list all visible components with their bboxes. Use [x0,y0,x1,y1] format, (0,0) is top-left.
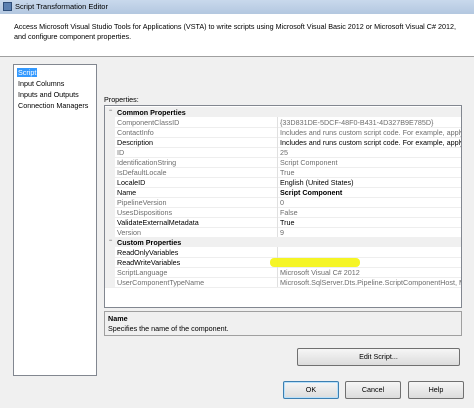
property-row-name[interactable]: Name Script Component [105,187,461,198]
property-value[interactable]: True [280,218,461,227]
help-button[interactable]: Help [408,381,464,399]
property-name: Name [117,188,137,197]
property-value: Includes and runs custom script code. Fo… [280,128,461,137]
property-name: Version [117,228,141,237]
property-value: 25 [280,148,288,157]
property-name: UserComponentTypeName [117,278,205,287]
property-help-panel: Name Specifies the name of the component… [104,311,462,336]
nav-item-inputs-and-outputs[interactable]: Inputs and Outputs [17,90,80,99]
property-row-usercomponenttypename[interactable]: UserComponentTypeName Microsoft.SqlServe… [105,277,461,288]
title-bar: Script Transformation Editor [0,0,474,15]
collapse-icon[interactable]: − [107,238,114,245]
property-value: 9 [280,228,284,237]
property-value: {33D831DE-5DCF-48F0-B431-4D327B9E785D} [280,118,434,127]
property-value[interactable]: Script Component [280,188,461,197]
yellow-highlight-mark [270,258,360,267]
property-name: ReadWriteVariables [117,258,181,267]
property-row-componentclassid[interactable]: ComponentClassID {33D831DE-5DCF-48F0-B43… [105,117,461,128]
property-row-identificationstring[interactable]: IdentificationString Script Component [105,157,461,168]
property-row-usesdispositions[interactable]: UsesDispositions False [105,207,461,218]
property-row-contactinfo[interactable]: ContactInfo Includes and runs custom scr… [105,127,461,138]
property-name: ReadOnlyVariables [117,248,179,257]
nav-item-input-columns[interactable]: Input Columns [17,79,65,88]
property-name: Description [117,138,153,147]
property-row-version[interactable]: Version 9 [105,227,461,238]
property-row-description[interactable]: Description Includes and runs custom scr… [105,137,461,148]
property-row-readonlyvariables[interactable]: ReadOnlyVariables [105,247,461,258]
property-name: ComponentClassID [117,118,180,127]
property-name: UsesDispositions [117,208,173,217]
window-title: Script Transformation Editor [15,2,108,11]
description-text: Access Microsoft Visual Studio Tools for… [14,22,456,41]
property-name: ID [117,148,125,157]
category-common-properties[interactable]: − Common Properties [105,107,461,117]
category-name: Custom Properties [117,238,182,247]
ok-button[interactable]: OK [283,381,339,399]
nav-item-connection-managers[interactable]: Connection Managers [17,101,89,110]
property-row-id[interactable]: ID 25 [105,147,461,158]
property-value: False [280,208,298,217]
cancel-button[interactable]: Cancel [345,381,401,399]
help-title: Name [108,314,128,323]
category-custom-properties[interactable]: − Custom Properties [105,237,461,247]
property-value[interactable]: English (United States) [280,178,461,187]
property-name: PipelineVersion [117,198,167,207]
nav-item-script[interactable]: Script [17,68,38,77]
property-value: 0 [280,198,284,207]
property-value: Script Component [280,158,338,167]
collapse-icon[interactable]: − [107,108,114,115]
category-name: Common Properties [117,108,186,117]
property-name: IdentificationString [117,158,177,167]
app-icon [3,2,12,11]
property-row-localeid[interactable]: LocaleID English (United States) [105,177,461,188]
property-row-validateexternalmetadata[interactable]: ValidateExternalMetadata True [105,217,461,228]
help-text: Specifies the name of the component. [108,324,229,333]
property-row-pipelineversion[interactable]: PipelineVersion 0 [105,197,461,208]
property-value: Microsoft.SqlServer.Dts.Pipeline.ScriptC… [280,278,461,287]
property-value: Microsoft Visual C# 2012 [280,268,360,277]
property-name: IsDefaultLocale [117,168,167,177]
property-name: ContactInfo [117,128,154,137]
property-value: True [280,168,295,177]
property-row-scriptlanguage[interactable]: ScriptLanguage Microsoft Visual C# 2012 [105,267,461,278]
edit-script-button[interactable]: Edit Script... [297,348,460,366]
property-name: ValidateExternalMetadata [117,218,199,227]
description-panel: Access Microsoft Visual Studio Tools for… [0,14,474,57]
property-grid[interactable]: − Common Properties ComponentClassID {33… [104,105,462,308]
property-value[interactable]: Includes and runs custom script code. Fo… [280,138,461,147]
property-row-isdefaultlocale[interactable]: IsDefaultLocale True [105,167,461,178]
page-navigation: Script Input Columns Inputs and Outputs … [13,64,97,376]
property-name: LocaleID [117,178,146,187]
property-name: ScriptLanguage [117,268,168,277]
properties-label: Properties: [104,95,139,104]
